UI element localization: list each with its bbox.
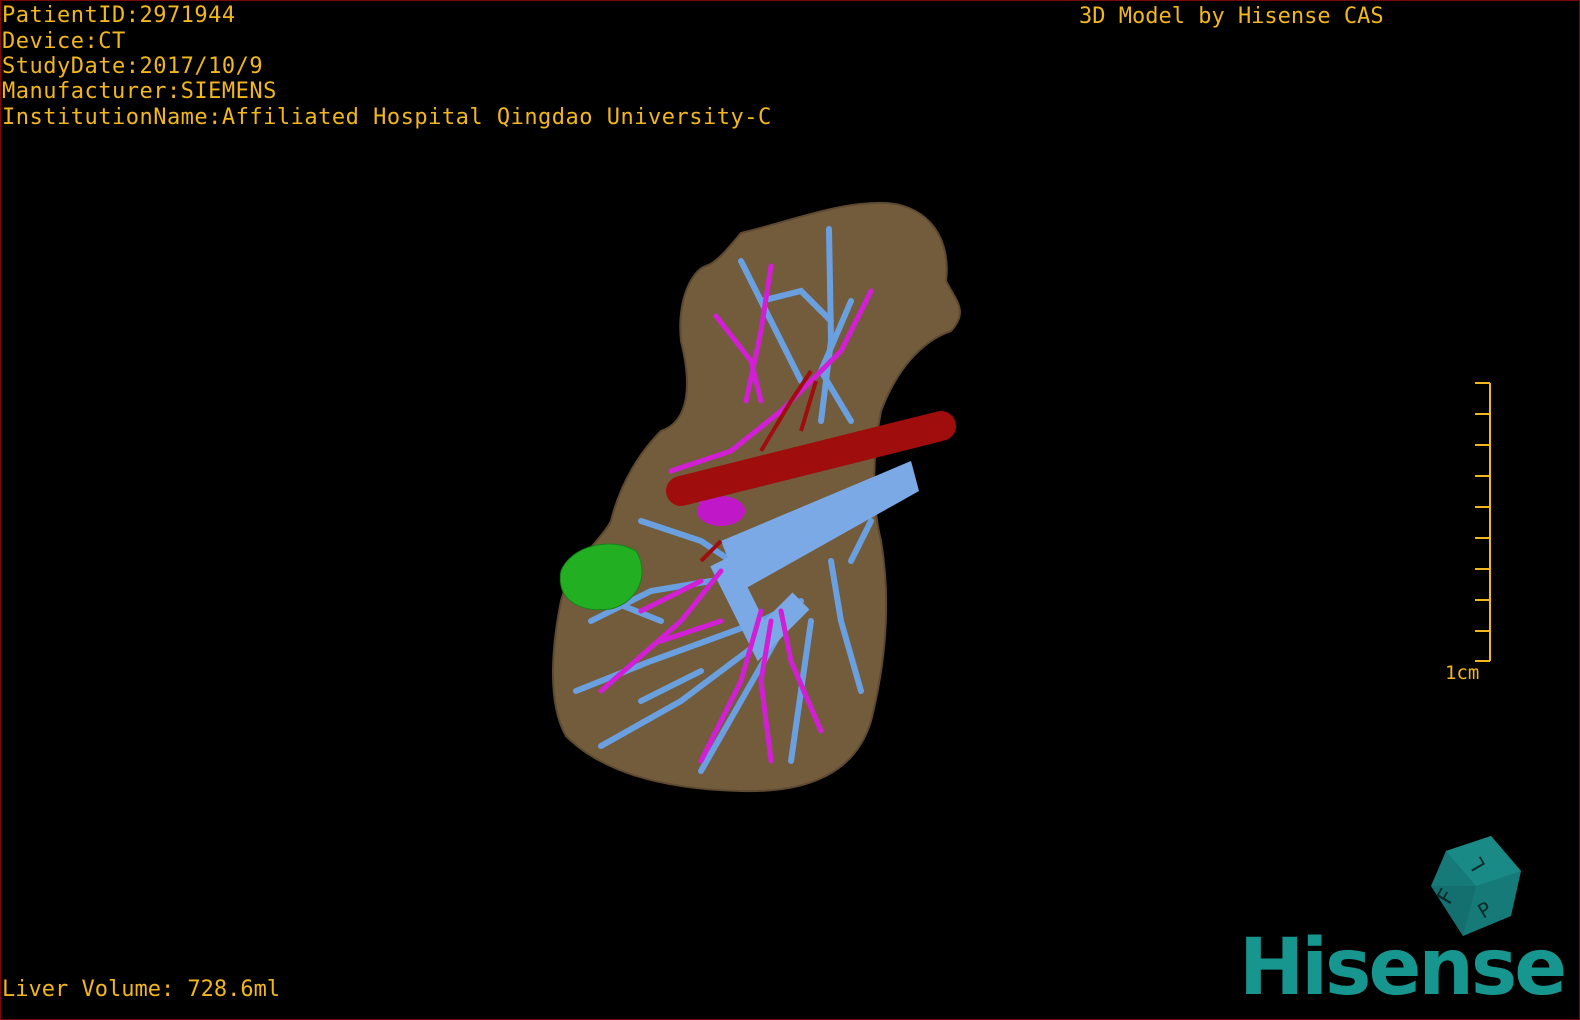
scale-bar bbox=[1475, 382, 1491, 662]
orientation-cube[interactable]: F L P bbox=[1431, 836, 1521, 936]
3d-viewport[interactable]: PatientID:2971944 Device:CT StudyDate:20… bbox=[0, 0, 1580, 1020]
hisense-logo: Hisense bbox=[1239, 923, 1567, 1013]
liver-model[interactable]: F L P bbox=[1, 1, 1579, 1019]
tumor bbox=[559, 543, 643, 611]
